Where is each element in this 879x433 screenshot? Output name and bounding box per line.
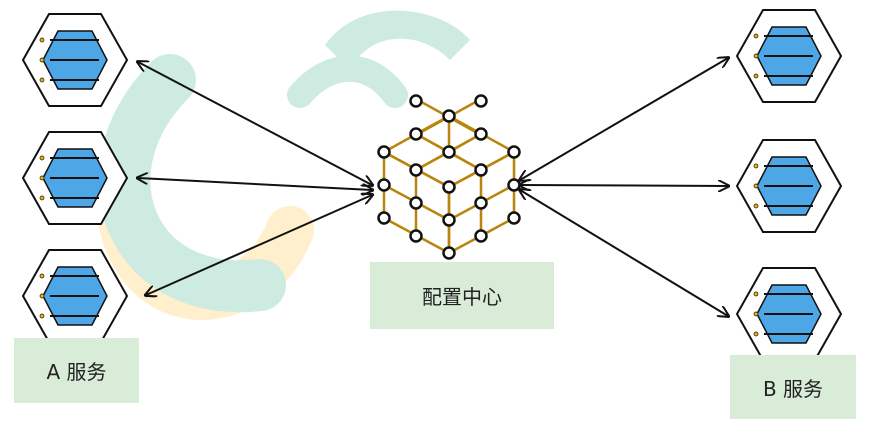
service-a-nodes — [21, 13, 129, 343]
watermark-logo — [95, 10, 470, 320]
service-a-label-text: A 服务 — [46, 360, 107, 384]
arrow-center-b1 — [520, 58, 728, 180]
arrow-center-b2 — [520, 185, 728, 186]
service-b-nodes — [735, 9, 843, 361]
service-node-icon — [735, 139, 843, 233]
service-b-label: B 服务 — [730, 355, 856, 419]
service-a-label: A 服务 — [14, 338, 139, 403]
config-center-label-text: 配置中心 — [422, 285, 502, 309]
config-center-label: 配置中心 — [370, 262, 554, 329]
network-cube-icon — [377, 94, 521, 260]
service-node-icon — [21, 13, 129, 107]
service-b-label-text: B 服务 — [762, 376, 824, 401]
service-node-icon — [21, 249, 129, 343]
service-node-icon — [735, 9, 843, 103]
service-node-icon — [735, 267, 843, 361]
watermark-green-stroke — [287, 55, 408, 108]
arrow-a2-center — [138, 178, 372, 190]
